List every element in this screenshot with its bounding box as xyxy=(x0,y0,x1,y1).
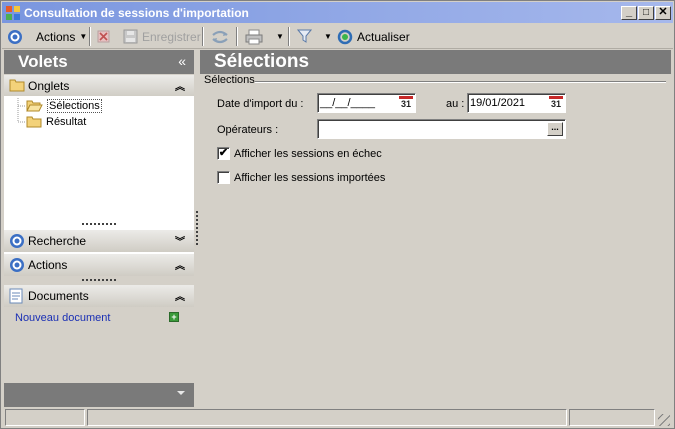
printer-icon xyxy=(245,29,263,44)
chevron-down-icon: ▼ xyxy=(324,32,332,41)
group-label: Sélections xyxy=(204,74,255,86)
section-actions[interactable]: Actions ︽ xyxy=(4,254,194,276)
delete-button[interactable] xyxy=(97,27,110,46)
toolbar-separator xyxy=(288,27,290,46)
delete-icon xyxy=(97,30,110,43)
toolbar-separator xyxy=(89,27,91,46)
show-imported-label[interactable]: Afficher les sessions importées xyxy=(234,172,385,184)
splitter-grip[interactable] xyxy=(82,223,116,226)
operators-label: Opérateurs : xyxy=(217,124,279,136)
main-panel: Sélections Sélections Date d'import du :… xyxy=(200,50,671,407)
folder-icon xyxy=(9,79,25,92)
minimize-button[interactable]: _ xyxy=(621,6,637,20)
actions-menu-label: Actions xyxy=(36,29,76,44)
section-onglets[interactable]: Onglets ︽ xyxy=(4,75,194,97)
target-icon xyxy=(10,258,24,272)
toolbar-separator xyxy=(202,27,204,46)
operators-field[interactable]: ... xyxy=(317,119,566,139)
section-recherche[interactable]: Recherche ︾ xyxy=(4,230,194,252)
chevron-down-icon: ▼ xyxy=(79,32,88,41)
refresh-label: Actualiser xyxy=(357,29,410,44)
status-panel xyxy=(5,409,85,426)
maximize-button[interactable]: □ xyxy=(638,6,654,20)
save-icon xyxy=(123,29,138,44)
chevron-up-icon[interactable]: ︽ xyxy=(175,257,185,272)
section-documents[interactable]: Documents ︽ xyxy=(4,285,194,307)
date-from-field[interactable]: __/__/____ 31 xyxy=(317,93,416,113)
target-icon[interactable] xyxy=(7,27,23,46)
target-icon xyxy=(10,234,24,248)
main-panel-header: Sélections xyxy=(200,50,671,74)
status-panel xyxy=(87,409,567,426)
show-imported-checkbox[interactable] xyxy=(217,171,230,184)
app-window: Consultation de sessions d'importation _… xyxy=(0,0,675,429)
browse-operators-button[interactable]: ... xyxy=(547,122,563,136)
actions-menu-button[interactable]: Actions ▼ xyxy=(36,27,87,46)
tree-item-resultat[interactable]: Résultat xyxy=(26,114,86,129)
left-panel-footer xyxy=(4,383,194,407)
sync-icon xyxy=(212,30,228,43)
date-import-label: Date d'import du : xyxy=(217,98,304,110)
filter-button[interactable]: ▼ xyxy=(297,27,332,46)
app-icon xyxy=(6,6,20,20)
show-failed-label[interactable]: Afficher les sessions en échec xyxy=(234,148,382,160)
status-bar xyxy=(2,408,673,428)
status-panel xyxy=(569,409,655,426)
left-panel-header: Volets « xyxy=(4,50,194,74)
date-to-value: 19/01/2021 xyxy=(470,97,526,109)
sync-button[interactable] xyxy=(211,27,229,46)
calendar-icon[interactable]: 31 xyxy=(399,96,413,110)
tree-item-label: Sélections xyxy=(47,98,102,113)
left-panel-title: Volets xyxy=(18,52,68,71)
title-bar[interactable]: Consultation de sessions d'importation _… xyxy=(2,2,673,23)
chevron-down-icon[interactable] xyxy=(177,391,185,395)
filter-icon xyxy=(297,29,312,43)
toolbar-separator xyxy=(236,27,238,46)
open-folder-icon xyxy=(26,100,43,112)
chevron-up-icon[interactable]: ︽ xyxy=(175,288,185,303)
section-recherche-label: Recherche xyxy=(28,234,87,248)
show-failed-checkbox[interactable]: ✔ xyxy=(217,147,230,160)
add-document-icon[interactable]: + xyxy=(169,312,179,322)
page-title: Sélections xyxy=(214,51,310,72)
chevron-down-icon: ▼ xyxy=(276,32,284,41)
print-button[interactable]: ▼ xyxy=(245,27,284,46)
save-button[interactable]: Enregistrer xyxy=(123,27,201,46)
tree-item-label: Résultat xyxy=(46,115,87,128)
section-documents-label: Documents xyxy=(28,289,89,303)
date-to-field[interactable]: 19/01/2021 31 xyxy=(467,93,566,113)
calendar-icon[interactable]: 31 xyxy=(549,96,563,110)
tree-item-selections[interactable]: Sélections xyxy=(26,98,102,113)
date-to-label: au : xyxy=(446,98,465,110)
left-panel: Volets « Onglets ︽ Sélections Résultat R… xyxy=(4,50,194,407)
window-title: Consultation de sessions d'importation xyxy=(24,6,249,20)
resize-grip[interactable] xyxy=(658,414,670,426)
new-document-link[interactable]: Nouveau document xyxy=(15,312,110,324)
chevron-down-icon[interactable]: ︾ xyxy=(175,233,185,248)
group-divider xyxy=(255,81,666,83)
document-icon xyxy=(9,288,23,304)
refresh-icon xyxy=(337,29,353,44)
refresh-button[interactable]: Actualiser xyxy=(337,27,410,46)
date-from-value: __/__/____ xyxy=(320,97,376,109)
close-button[interactable]: ✕ xyxy=(655,6,671,20)
section-onglets-label: Onglets xyxy=(28,79,70,93)
section-actions-label: Actions xyxy=(28,258,68,272)
collapse-panel-icon[interactable]: « xyxy=(178,53,186,69)
splitter-grip[interactable] xyxy=(82,279,116,282)
folder-icon xyxy=(26,116,42,128)
toolbar: Actions ▼ Enregistrer ▼ ▼ Actualiser xyxy=(2,24,673,49)
save-label: Enregistrer xyxy=(142,29,201,44)
vertical-splitter-grip[interactable] xyxy=(196,211,199,245)
chevron-up-icon[interactable]: ︽ xyxy=(175,78,185,93)
